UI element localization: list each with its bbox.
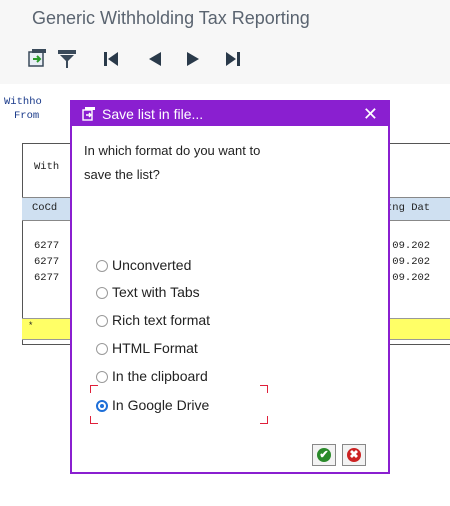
focus-corner-bottom-right	[260, 416, 268, 424]
option-label: Unconverted	[112, 257, 192, 273]
table-cell-date[interactable]: .09.202	[386, 256, 430, 268]
option-label: HTML Format	[112, 340, 198, 356]
table-cell-date[interactable]: .09.202	[386, 240, 430, 252]
previous-page-icon[interactable]	[144, 48, 166, 70]
total-marker: *	[28, 321, 34, 331]
first-page-icon[interactable]	[100, 48, 122, 70]
report-header-line: Withho	[4, 96, 42, 108]
save-list-icon	[82, 107, 95, 121]
option-label: In Google Drive	[112, 397, 210, 413]
radio-button[interactable]	[96, 260, 108, 272]
column-header-date[interactable]: tng Dat	[386, 202, 430, 214]
radio-button-selected[interactable]	[96, 400, 108, 412]
focus-corner-top-left	[90, 385, 98, 393]
question-line: save the list?	[84, 167, 160, 182]
checkmark-icon: ✔	[317, 448, 331, 462]
grid-title: With	[34, 161, 60, 173]
radio-button[interactable]	[96, 371, 108, 383]
table-row[interactable]: 6277	[34, 256, 59, 268]
table-row[interactable]: 6277	[34, 272, 59, 284]
focus-corner-top-right	[260, 385, 268, 393]
dialog-title: Save list in file...	[102, 106, 204, 122]
option-label: Rich text format	[112, 312, 211, 328]
radio-button[interactable]	[96, 343, 108, 355]
dialog-titlebar: Save list in file... ✕	[72, 102, 388, 126]
format-question: In which format do you want to save the …	[84, 139, 334, 187]
table-row[interactable]: 6277	[34, 240, 59, 252]
radio-button[interactable]	[96, 315, 108, 327]
export-icon[interactable]	[26, 48, 48, 70]
confirm-button[interactable]: ✔	[312, 444, 336, 466]
cancel-icon: ✖	[347, 448, 361, 462]
column-header-cocd[interactable]: CoCd	[32, 202, 57, 214]
option-label: In the clipboard	[112, 368, 208, 384]
next-page-icon[interactable]	[182, 48, 204, 70]
cancel-button[interactable]: ✖	[342, 444, 366, 466]
last-page-icon[interactable]	[222, 48, 244, 70]
option-label: Text with Tabs	[112, 284, 200, 300]
app-title: Generic Withholding Tax Reporting	[32, 8, 310, 28]
report-period-line: From	[14, 110, 40, 122]
filter-icon[interactable]	[56, 48, 78, 70]
close-icon[interactable]: ✕	[363, 103, 378, 125]
focus-corner-bottom-left	[90, 416, 98, 424]
save-list-dialog: Save list in file... ✕ In which format d…	[70, 100, 390, 474]
question-line: In which format do you want to	[84, 143, 261, 158]
table-cell-date[interactable]: .09.202	[386, 272, 430, 284]
radio-button[interactable]	[96, 287, 108, 299]
